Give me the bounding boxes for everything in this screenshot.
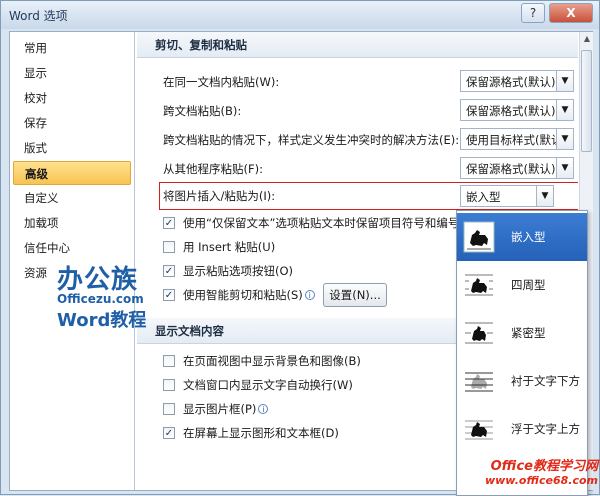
option-label-picture-insert: 将图片插入/粘贴为(I): [163, 189, 276, 203]
checkbox-box[interactable] [163, 379, 175, 391]
nav-item-layout[interactable]: 版式 [13, 136, 131, 160]
wrap-style-dropdown: 嵌入型 四周型 紧密型 衬于文字下方 浮于文字上方 [456, 210, 588, 496]
checkbox-label: 在屏幕上显示图形和文本框(D) [183, 426, 339, 440]
chevron-down-icon[interactable]: ▼ [556, 71, 573, 91]
settings-button[interactable]: 设置(N)... [323, 283, 387, 307]
chevron-down-icon[interactable]: ▼ [556, 129, 573, 149]
logo-site: Officezu.com [57, 292, 144, 306]
tight-wrap-icon [465, 322, 493, 344]
info-icon: i [258, 404, 269, 414]
checkbox-box[interactable]: ✓ [163, 427, 175, 439]
chevron-down-icon[interactable]: ▼ [556, 158, 573, 178]
checkbox-box[interactable] [163, 403, 175, 415]
style-conflict-select[interactable]: 使用目标样式(默认) ▼ [460, 128, 574, 150]
checkbox-text: 使用智能剪切和粘贴(S) [183, 288, 303, 302]
chevron-down-icon[interactable]: ▼ [556, 100, 573, 120]
nav-item-addins[interactable]: 加载项 [13, 211, 131, 235]
checkbox-label: 显示图片框(P) i [183, 399, 269, 419]
nav-item-proofing[interactable]: 校对 [13, 86, 131, 110]
checkbox-box[interactable]: ✓ [163, 265, 175, 277]
wrap-option-tight[interactable]: 紧密型 [457, 309, 587, 357]
logo-tutorial: Word教程 [57, 310, 147, 331]
window-title: Word 选项 [9, 9, 68, 23]
wrap-option-label: 浮于文字上方 [511, 422, 580, 436]
nav-item-save[interactable]: 保存 [13, 111, 131, 135]
checkbox-box[interactable]: ✓ [163, 217, 175, 229]
wrap-option-label: 紧密型 [511, 326, 546, 340]
paste-same-doc-select[interactable]: 保留源格式(默认) ▼ [460, 70, 574, 92]
watermark-logo: 办公族 Officezu.com Word教程 [57, 259, 157, 332]
checkbox-label: 使用“仅保留文本”选项粘贴文本时保留项目符号和编号 [183, 216, 460, 230]
wrap-option-behind-text[interactable]: 衬于文字下方 [457, 357, 587, 405]
wrap-option-label: 四周型 [511, 278, 546, 292]
checkbox-label: 在页面视图中显示背景色和图像(B) [183, 354, 361, 368]
checkbox-box[interactable] [163, 241, 175, 253]
chevron-down-icon[interactable]: ▼ [536, 186, 553, 206]
scrollbar-thumb[interactable] [581, 50, 592, 152]
help-button[interactable]: ? [521, 3, 545, 23]
scroll-up-icon[interactable]: ▲ [580, 32, 594, 46]
nav-item-customize[interactable]: 自定义 [13, 186, 131, 210]
info-icon: i [304, 290, 315, 300]
paste-other-programs-select[interactable]: 保留源格式(默认) ▼ [460, 157, 574, 179]
watermark-site: Office教程学习网 www.office68.com [458, 455, 598, 487]
select-value: 保留源格式(默认) [466, 162, 556, 176]
select-value: 保留源格式(默认) [466, 75, 556, 89]
checkbox-text: 显示图片框(P) [183, 402, 257, 416]
select-value: 使用目标样式(默认) [466, 133, 567, 147]
picture-insert-select[interactable]: 嵌入型 ▼ [460, 185, 554, 207]
checkbox-label: 用 Insert 粘贴(U) [183, 240, 276, 254]
checkbox-label: 文档窗口内显示文字自动换行(W) [183, 378, 353, 392]
select-value: 保留源格式(默认) [466, 104, 556, 118]
wrap-option-in-front-text[interactable]: 浮于文字上方 [457, 405, 587, 453]
nav-item-trust-center[interactable]: 信任中心 [13, 236, 131, 260]
wrap-option-square[interactable]: 四周型 [457, 261, 587, 309]
watermark-line1: Office教程学习网 [490, 459, 598, 474]
option-label-cross-doc: 跨文档粘贴(B): [163, 104, 242, 118]
logo-title: 办公族 [57, 265, 139, 295]
wrap-option-label: 嵌入型 [511, 230, 546, 244]
behind-text-icon [465, 372, 493, 392]
close-button[interactable]: X [549, 3, 593, 23]
option-label-style-conflict: 跨文档粘贴的情况下，样式定义发生冲突时的解决方法(E): [163, 133, 460, 147]
in-front-text-icon [465, 420, 493, 440]
checkbox-box[interactable] [163, 355, 175, 367]
checkbox-label: 显示粘贴选项按钮(O) [183, 264, 294, 278]
wrap-option-inline[interactable]: 嵌入型 [457, 213, 587, 261]
nav-item-common[interactable]: 常用 [13, 36, 131, 60]
checkbox-box[interactable]: ✓ [163, 289, 175, 301]
watermark-line2: www.office68.com [484, 474, 598, 487]
option-label-other-programs: 从其他程序粘贴(F): [163, 162, 263, 176]
wrap-option-label: 衬于文字下方 [511, 374, 580, 388]
word-options-window: Word 选项 ? X 常用 显示 校对 保存 版式 高级 自定义 加载项 信任… [0, 0, 600, 496]
nav-item-display[interactable]: 显示 [13, 61, 131, 85]
section-title-paste: 剪切、复制和粘贴 [137, 32, 578, 58]
nav-item-advanced[interactable]: 高级 [13, 161, 131, 185]
select-value: 嵌入型 [466, 190, 501, 204]
option-label-same-doc: 在同一文档内粘贴(W): [163, 75, 280, 89]
paste-cross-doc-select[interactable]: 保留源格式(默认) ▼ [460, 99, 574, 121]
title-bar: Word 选项 ? X [1, 1, 599, 29]
inline-wrap-icon [463, 221, 495, 253]
square-wrap-icon [465, 274, 493, 296]
checkbox-label: 使用智能剪切和粘贴(S) i [183, 285, 315, 305]
